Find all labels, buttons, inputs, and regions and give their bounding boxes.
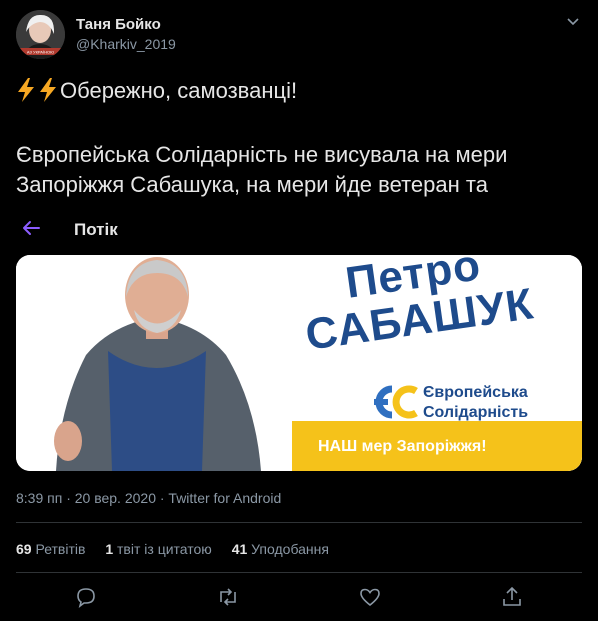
retweet-icon[interactable] bbox=[216, 585, 240, 609]
tweet-header: АЗ УКРАЇНОЮ Таня Бойко @Kharkiv_2019 bbox=[16, 10, 582, 60]
slogan-text: НАШ мер Запоріжжя! bbox=[318, 438, 487, 455]
likes-count: 41 bbox=[231, 541, 248, 557]
retweets-stat[interactable]: 69 Ретвітів bbox=[16, 541, 85, 557]
likes-label: Уподобання bbox=[251, 541, 329, 557]
author-name[interactable]: Таня Бойко bbox=[76, 16, 161, 33]
tweet-text: Європейська Солідарність не висувала на … bbox=[16, 142, 508, 197]
lightning-icon bbox=[18, 78, 34, 102]
retweets-label: Ретвітів bbox=[35, 541, 86, 557]
tweet-first-line: Обережно, самозванці! bbox=[16, 78, 297, 104]
retweets-count: 69 bbox=[16, 541, 32, 557]
heart-icon[interactable] bbox=[358, 585, 382, 609]
party-name-line2: Солідарність bbox=[423, 404, 529, 421]
quotes-count: 1 bbox=[105, 541, 114, 557]
tweet-image[interactable]: Петро САБАШУК Європейська Солідарність Н… bbox=[16, 255, 582, 471]
party-name-line1: Європейська bbox=[423, 384, 528, 401]
reply-icon[interactable] bbox=[74, 585, 98, 609]
tweet-timestamp[interactable]: 8:39 пп · 20 вер. 2020 · Twitter for And… bbox=[16, 490, 281, 506]
tweet-line1-text: Обережно, самозванці! bbox=[60, 78, 298, 103]
chevron-down-icon[interactable] bbox=[566, 14, 580, 28]
back-arrow-icon[interactable] bbox=[22, 220, 40, 236]
quotes-label: твіт із цитатою bbox=[117, 541, 212, 557]
tweet-actions bbox=[0, 585, 598, 613]
author-handle[interactable]: @Kharkiv_2019 bbox=[76, 36, 176, 52]
divider bbox=[16, 572, 582, 573]
quotes-stat[interactable]: 1 твіт із цитатою bbox=[105, 541, 211, 557]
avatar-caption: АЗ УКРАЇНОЮ bbox=[27, 50, 54, 55]
lightning-icon bbox=[40, 78, 56, 102]
thread-title: Потік bbox=[74, 220, 118, 239]
divider bbox=[16, 522, 582, 523]
party-logo-icon bbox=[374, 385, 418, 419]
avatar[interactable]: АЗ УКРАЇНОЮ bbox=[16, 10, 65, 59]
tweet-stats: 69 Ретвітів 1 твіт із цитатою 41 Уподоба… bbox=[16, 541, 345, 557]
share-icon[interactable] bbox=[500, 585, 524, 609]
likes-stat[interactable]: 41 Уподобання bbox=[232, 541, 329, 557]
